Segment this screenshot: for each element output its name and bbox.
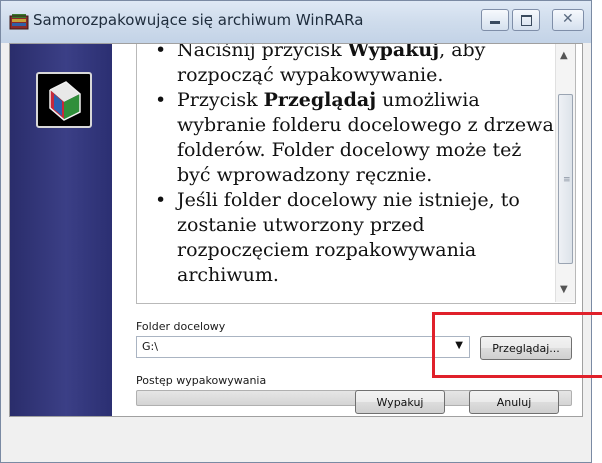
winrar-archive-icon	[9, 13, 29, 31]
close-button[interactable]: ✕	[552, 9, 584, 31]
minimize-button[interactable]	[481, 9, 509, 31]
instructions-text: Naciśnij przycisk Wypakuj, aby rozpocząć…	[147, 44, 557, 288]
winrar-books-logo	[36, 72, 92, 128]
instruction-item: Naciśnij przycisk Wypakuj, aby rozpocząć…	[155, 44, 557, 88]
maximize-button[interactable]	[512, 9, 540, 31]
title-bar[interactable]: Samorozpakowujące się archiwum WinRARa ✕	[1, 1, 591, 43]
instruction-item: Przycisk Przeglądaj umożliwia wybranie f…	[155, 88, 557, 188]
grip-icon: ≡	[563, 175, 571, 185]
window-title: Samorozpakowujące się archiwum WinRARa	[33, 11, 364, 29]
info-text-panel[interactable]: Naciśnij przycisk Wypakuj, aby rozpocząć…	[136, 44, 576, 304]
scroll-down-arrow-icon[interactable]: ▼	[560, 284, 568, 295]
red-highlight-annotation	[432, 312, 602, 378]
extraction-progress-label: Postęp wypakowywania	[136, 374, 267, 387]
info-scrollbar[interactable]: ▲ ≡ ▼	[555, 44, 575, 302]
scroll-up-arrow-icon[interactable]: ▲	[560, 50, 568, 61]
cancel-button[interactable]: Anuluj	[469, 390, 559, 414]
scrollbar-thumb[interactable]: ≡	[558, 94, 573, 264]
sfx-dialog-window: Samorozpakowujące się archiwum WinRARa ✕…	[0, 0, 592, 463]
close-icon: ✕	[562, 11, 574, 27]
instruction-item: Jeśli folder docelowy nie istnieje, to z…	[155, 188, 557, 288]
destination-folder-value[interactable]: G:\	[142, 340, 158, 353]
destination-folder-combobox[interactable]: G:\ ▼	[136, 336, 470, 358]
destination-folder-label: Folder docelowy	[136, 320, 226, 333]
sidebar-banner	[10, 44, 112, 416]
extract-button[interactable]: Wypakuj	[355, 390, 445, 414]
